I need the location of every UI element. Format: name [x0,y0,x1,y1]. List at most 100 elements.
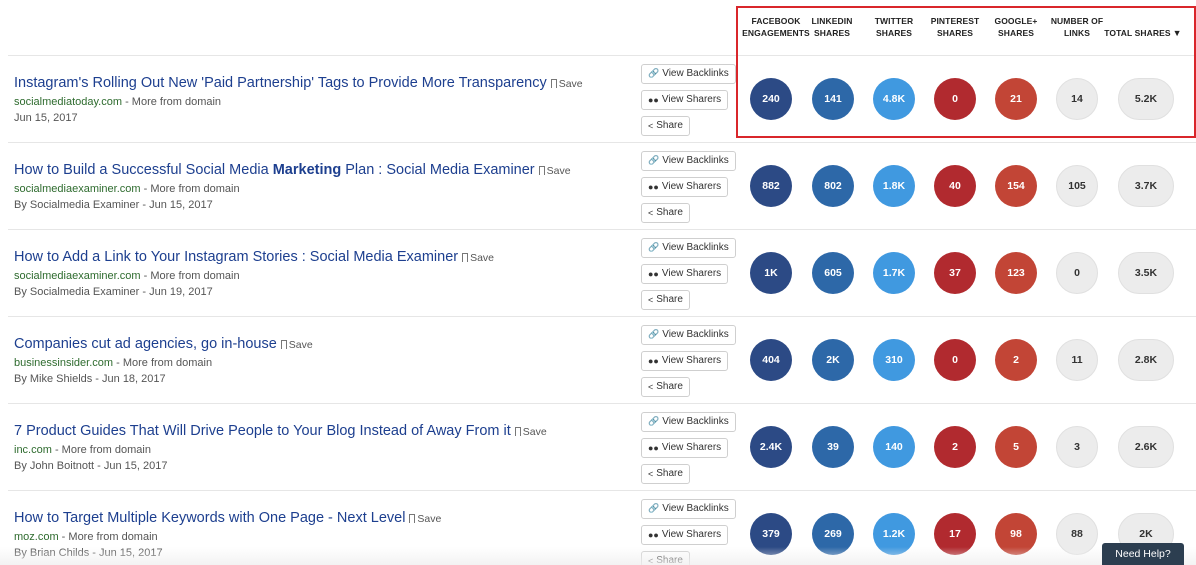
users-icon: ●● [648,268,659,279]
save-button[interactable]: Save [280,339,313,351]
view-backlinks-button[interactable]: 🔗 View Backlinks [641,324,736,345]
number-of-links-badge: 11 [1056,339,1098,381]
article-title-link[interactable]: Instagram's Rolling Out New 'Paid Partne… [14,75,547,91]
save-label: Save [288,339,313,351]
article-info: How to Add a Link to Your Instagram Stor… [14,248,634,300]
share-icon: < [648,207,654,218]
view-backlinks-button[interactable]: 🔗 View Backlinks [641,63,736,84]
view-backlinks-label: View Backlinks [662,155,729,166]
linkedin-shares-badge: 2K [812,339,854,381]
googleplus-shares-badge: 2 [995,339,1037,381]
users-icon: ●● [648,442,659,453]
share-button[interactable]: < Share [641,376,690,397]
link-icon: 🔗 [648,68,660,78]
share-button[interactable]: < Share [641,115,690,136]
share-icon: < [648,120,654,131]
view-backlinks-label: View Backlinks [662,68,729,79]
table-row: How to Build a Successful Social Media M… [8,143,1196,230]
article-domain-link[interactable]: socialmediaexaminer.com [14,270,141,282]
view-sharers-button[interactable]: ●● View Sharers [641,350,729,371]
save-button[interactable]: Save [538,165,571,177]
article-title: Companies cut ad agencies, go in-house [14,336,277,352]
view-sharers-button[interactable]: ●● View Sharers [641,263,729,284]
googleplus-shares-badge: 21 [995,78,1037,120]
share-button[interactable]: < Share [641,202,690,223]
article-title-link[interactable]: How to Target Multiple Keywords with One… [14,510,405,526]
total-shares-badge: 3.5K [1118,252,1174,294]
twitter-shares-badge: 1.2K [873,513,915,555]
share-icon: < [648,294,654,305]
share-label: Share [656,294,683,305]
total-shares-badge: 3.7K [1118,165,1174,207]
article-byline: By Socialmedia Examiner - Jun 19, 2017 [14,286,213,298]
more-from-domain-link[interactable]: - More from domain [59,531,158,543]
save-button[interactable]: Save [409,513,441,525]
article-title-link[interactable]: How to Build a Successful Social Media M… [14,162,535,178]
article-title: Instagram's Rolling Out New 'Paid Partne… [14,75,547,91]
link-icon: 🔗 [648,329,660,339]
more-from-domain-link[interactable]: - More from domain [113,357,212,369]
view-sharers-button[interactable]: ●● View Sharers [641,89,729,110]
googleplus-shares-badge: 98 [995,513,1037,555]
view-backlinks-button[interactable]: 🔗 View Backlinks [641,150,736,171]
save-button[interactable]: Save [550,78,583,90]
article-title: 7 Product Guides That Will Drive People … [14,423,511,439]
linkedin-shares-badge: 39 [812,426,854,468]
link-icon: 🔗 [648,503,660,513]
view-sharers-button[interactable]: ●● View Sharers [641,437,729,458]
pinterest-shares-badge: 40 [934,165,976,207]
view-backlinks-label: View Backlinks [662,416,729,427]
more-from-domain-link[interactable]: - More from domain [141,270,240,282]
article-info: How to Target Multiple Keywords with One… [14,509,634,561]
article-info: Companies cut ad agencies, go in-house Sa… [14,335,634,387]
article-domain-link[interactable]: businessinsider.com [14,357,113,369]
article-title-link[interactable]: Companies cut ad agencies, go in-house [14,336,277,352]
link-icon: 🔗 [648,155,660,165]
share-icon: < [648,555,654,565]
more-from-domain-link[interactable]: - More from domain [122,96,221,108]
view-backlinks-button[interactable]: 🔗 View Backlinks [641,411,736,432]
bookmark-icon [409,514,416,523]
need-help-button[interactable]: Need Help? [1102,543,1184,565]
bookmark-icon [514,427,521,436]
save-label: Save [417,513,442,525]
pinterest-shares-badge: 0 [934,339,976,381]
view-sharers-button[interactable]: ●● View Sharers [641,524,729,545]
table-row: 7 Product Guides That Will Drive People … [8,404,1196,491]
share-label: Share [656,381,683,392]
more-from-domain-link[interactable]: - More from domain [52,444,151,456]
number-of-links-badge: 14 [1056,78,1098,120]
view-backlinks-button[interactable]: 🔗 View Backlinks [641,237,736,258]
article-domain-link[interactable]: socialmediaexaminer.com [14,183,141,195]
article-domain-link[interactable]: moz.com [14,531,59,543]
share-button[interactable]: < Share [641,550,690,565]
number-of-links-badge: 105 [1056,165,1098,207]
article-title-link[interactable]: 7 Product Guides That Will Drive People … [14,423,511,439]
article-title: How to Build a Successful Social Media [14,162,273,178]
number-of-links-badge: 88 [1056,513,1098,555]
row-actions: 🔗 View Backlinks ●● View Sharers < Share [641,237,736,316]
linkedin-shares-badge: 802 [812,165,854,207]
results-list: Instagram's Rolling Out New 'Paid Partne… [0,56,1196,565]
facebook-engagements-badge: 404 [750,339,792,381]
article-domain-link[interactable]: inc.com [14,444,52,456]
article-title-link[interactable]: How to Add a Link to Your Instagram Stor… [14,249,458,265]
view-backlinks-button[interactable]: 🔗 View Backlinks [641,498,736,519]
share-button[interactable]: < Share [641,463,690,484]
save-button[interactable]: Save [514,426,547,438]
view-sharers-button[interactable]: ●● View Sharers [641,176,729,197]
table-row: How to Add a Link to Your Instagram Stor… [8,230,1196,317]
table-row: Instagram's Rolling Out New 'Paid Partne… [8,56,1196,143]
share-button[interactable]: < Share [641,289,690,310]
view-backlinks-label: View Backlinks [662,242,729,253]
save-button[interactable]: Save [462,252,494,264]
users-icon: ●● [648,181,659,192]
share-icon: < [648,381,654,392]
more-from-domain-link[interactable]: - More from domain [141,183,240,195]
header-total-shares[interactable]: TOTAL SHARES ▼ [1094,15,1192,39]
save-label: Save [522,426,547,438]
article-domain-link[interactable]: socialmediatoday.com [14,96,122,108]
facebook-engagements-badge: 2.4K [750,426,792,468]
view-sharers-label: View Sharers [661,442,722,453]
share-label: Share [656,120,683,131]
